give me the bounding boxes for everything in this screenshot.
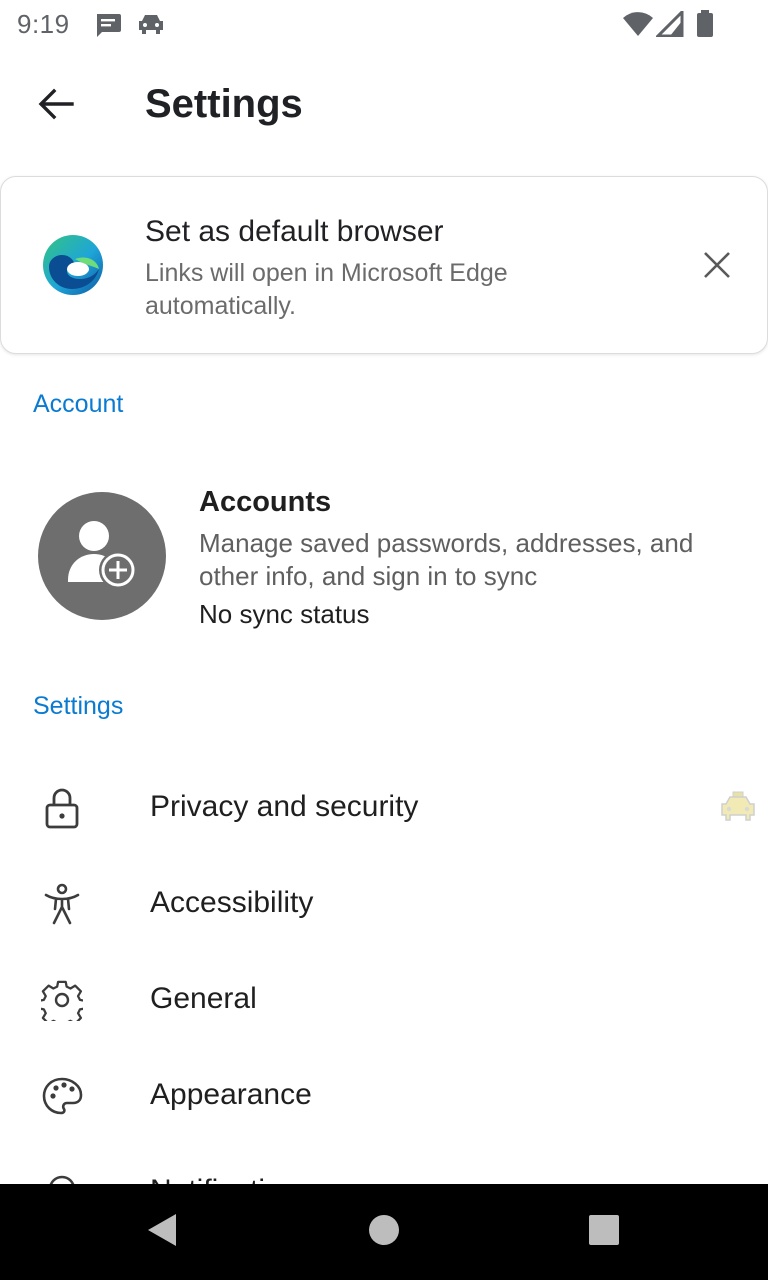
settings-item-label: Notifications [150,1174,313,1184]
settings-item-accessibility[interactable]: Accessibility [0,856,768,952]
settings-section-header: Settings [33,692,124,720]
status-time: 9:19 [17,9,70,39]
settings-item-appearance[interactable]: Appearance [0,1048,768,1144]
app-bar: Settings [0,60,768,152]
square-recents-icon [589,1214,619,1250]
battery-icon [696,10,714,43]
signal-icon [654,8,684,42]
scroll-clip: Notifications [0,1140,768,1184]
triangle-back-icon [146,1212,178,1253]
avatar [38,492,166,620]
bell-icon [40,1170,84,1184]
dismiss-card-button[interactable] [689,239,745,295]
system-nav-bar [0,1184,768,1280]
taxi-icon [718,790,758,829]
sync-status: No sync status [199,599,370,629]
accessibility-icon [40,882,84,926]
default-browser-card[interactable]: Set as default browser Links will open i… [0,176,768,354]
lock-icon [40,786,84,830]
arrow-left-icon [38,88,74,125]
default-browser-title: Set as default browser [145,215,444,248]
settings-item-label: Accessibility [150,886,314,919]
gear-icon [40,978,84,1022]
status-bar: 9:19 [0,0,768,48]
close-icon [703,251,731,284]
car-icon [136,12,166,41]
nav-recents-button[interactable] [574,1202,634,1262]
circle-home-icon [368,1214,400,1251]
accounts-title: Accounts [199,486,332,518]
wifi-icon [622,11,654,42]
account-section-header: Account [33,390,124,418]
default-browser-subtitle: Links will open in Microsoft Edge automa… [145,259,508,320]
settings-item-label: General [150,982,257,1015]
accounts-item[interactable]: Accounts Manage saved passwords, address… [0,470,768,650]
palette-icon [40,1074,84,1118]
message-icon [94,12,122,43]
settings-item-label: Appearance [150,1078,312,1111]
nav-back-button[interactable] [132,1206,192,1258]
add-person-icon [62,514,142,599]
settings-item-label: Privacy and security [150,790,419,823]
nav-home-button[interactable] [354,1202,414,1262]
back-button[interactable] [24,80,88,132]
edge-logo-icon [41,233,105,302]
settings-item-privacy[interactable]: Privacy and security [0,760,768,856]
settings-item-general[interactable]: General [0,952,768,1048]
settings-item-notifications[interactable]: Notifications [0,1144,768,1184]
page-title: Settings [145,82,303,126]
accounts-description: Manage saved passwords, addresses, and o… [199,528,694,591]
